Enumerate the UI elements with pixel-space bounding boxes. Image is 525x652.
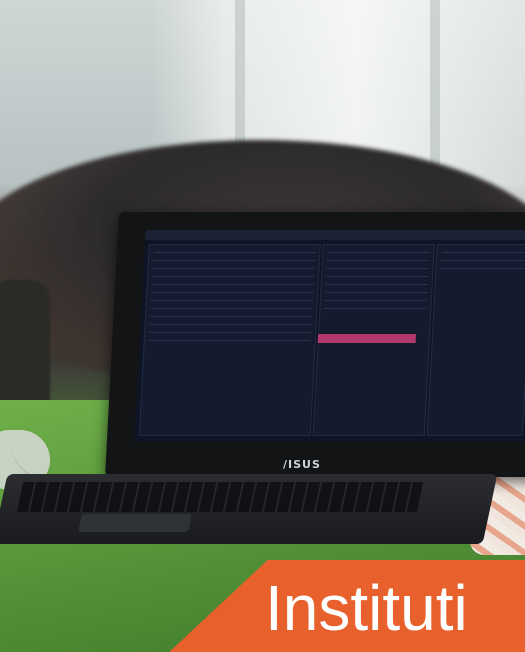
screen-highlight-row [317,334,417,343]
laptop-keyboard [16,482,424,512]
screen-titlebar [145,230,525,240]
laptop-brand-logo: /ISUS [283,458,321,471]
laptop-trackpad [78,514,192,532]
screen-panel-left [138,244,321,436]
banner-title: Instituti [265,572,468,644]
screen-panel-right [426,244,525,436]
laptop-screen [134,230,525,442]
photo-scene: /ISUS Instituti [0,0,525,652]
